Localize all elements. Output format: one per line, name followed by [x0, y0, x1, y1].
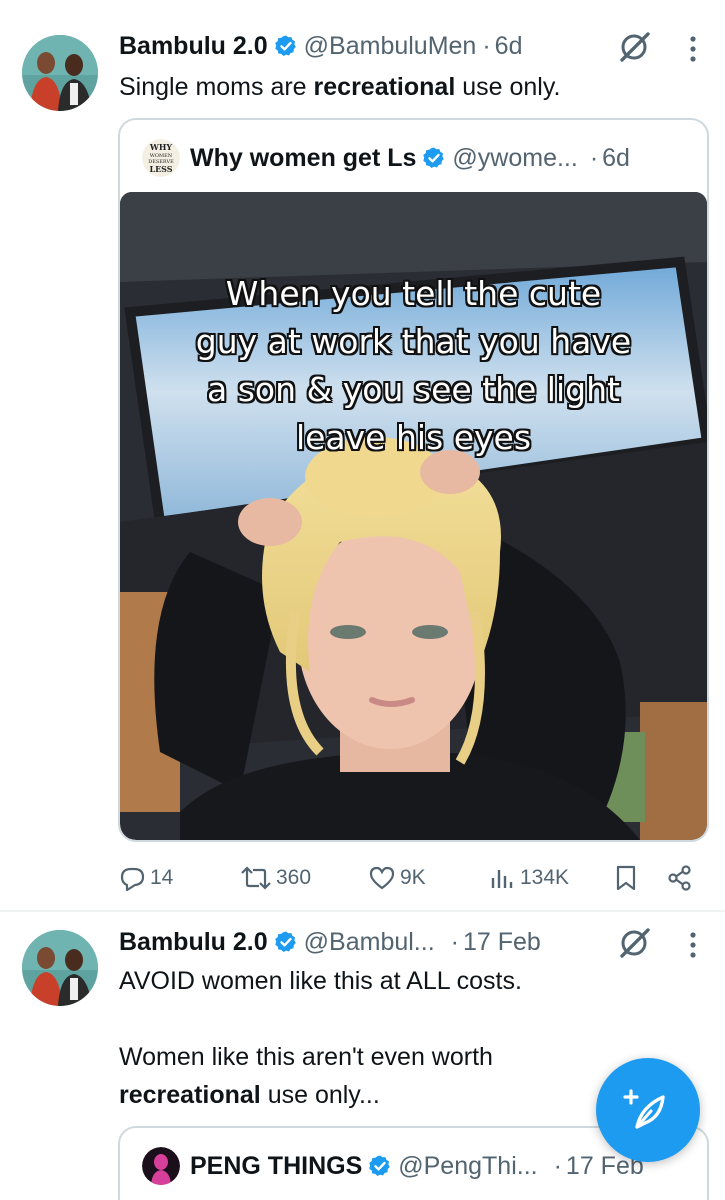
- view-count: 134K: [520, 866, 570, 889]
- more-icon[interactable]: [688, 930, 698, 960]
- avatar-text: LESS: [149, 164, 172, 174]
- author-name[interactable]: Bambulu 2.0: [119, 32, 268, 61]
- quoted-author-name[interactable]: Why women get Ls: [190, 144, 416, 173]
- verified-badge-icon: [368, 1154, 392, 1178]
- tweet-text-line: recreational use only...: [119, 1076, 380, 1114]
- quoted-tweet-header: WHY WOMEN DESERVE LESS Why women get Ls …: [142, 138, 630, 178]
- repost-button[interactable]: 360: [240, 858, 311, 898]
- author-handle[interactable]: @Bambul...: [304, 928, 435, 957]
- verified-badge-icon: [422, 146, 446, 170]
- author-handle[interactable]: @BambuluMen: [304, 32, 477, 61]
- repost-count: 360: [276, 866, 312, 889]
- tweet-text-line: Women like this aren't even worth: [119, 1043, 493, 1071]
- verified-badge-icon: [274, 930, 298, 954]
- media-caption: When you tell the cute guy at work that …: [120, 270, 707, 462]
- like-button[interactable]: 9K: [368, 858, 426, 898]
- tweet-text: Single moms are recreational use only.: [119, 68, 560, 106]
- tweet[interactable]: Bambulu 2.0 @Bambul... · 17 Feb AVOID wo…: [0, 912, 725, 1200]
- bookmark-icon: [616, 865, 636, 891]
- caption-line: leave his eyes: [295, 418, 532, 457]
- tweet-text-part: Single moms are: [119, 73, 314, 101]
- tweet-text-bold: recreational: [119, 1081, 261, 1109]
- compose-button[interactable]: [596, 1058, 700, 1162]
- quoted-tweet-header: PENG THINGS @PengThi... · 17 Feb: [142, 1146, 644, 1186]
- reply-button[interactable]: 14: [118, 858, 173, 898]
- avatar[interactable]: [22, 35, 98, 111]
- quoted-author-handle[interactable]: @PengThi...: [398, 1152, 537, 1181]
- more-icon[interactable]: [688, 34, 698, 64]
- share-button[interactable]: [666, 858, 698, 898]
- tweet[interactable]: Bambulu 2.0 @BambuluMen · 6d Single moms…: [0, 0, 725, 910]
- compose-icon: [623, 1089, 665, 1129]
- tweet-header: Bambulu 2.0 @Bambul... · 17 Feb: [119, 924, 541, 960]
- avatar[interactable]: [22, 930, 98, 1006]
- quoted-media-image[interactable]: When you tell the cute guy at work that …: [120, 192, 707, 840]
- separator-dot: ·: [553, 1151, 562, 1180]
- avatar-text: WHY: [149, 142, 173, 152]
- quoted-avatar[interactable]: [142, 1147, 180, 1185]
- tweet-text-part: use only...: [260, 1081, 380, 1109]
- caption-line: guy at work that you have: [195, 322, 632, 361]
- action-bar: 14 360 9K 134K: [118, 858, 698, 898]
- tweet-text-line: AVOID women like this at ALL costs.: [119, 967, 522, 995]
- views-button[interactable]: 134K: [488, 858, 569, 898]
- reply-icon: [120, 867, 145, 892]
- repost-icon: [241, 866, 271, 890]
- quoted-author-handle[interactable]: @ywome...: [452, 144, 577, 173]
- tweet-text-part: use only.: [455, 73, 561, 101]
- separator-dot: ·: [482, 31, 491, 60]
- quoted-avatar[interactable]: WHY WOMEN DESERVE LESS: [142, 139, 180, 177]
- grok-icon[interactable]: [618, 926, 652, 960]
- caption-line: When you tell the cute: [225, 274, 602, 313]
- tweet-header: Bambulu 2.0 @BambuluMen · 6d: [119, 28, 522, 64]
- caption-line: a son & you see the light: [207, 370, 620, 409]
- grok-icon[interactable]: [618, 30, 652, 64]
- like-icon: [369, 866, 395, 890]
- tweet-text-bold: recreational: [313, 73, 456, 101]
- quoted-author-name[interactable]: PENG THINGS: [190, 1152, 362, 1181]
- timestamp[interactable]: 6d: [495, 32, 523, 61]
- like-count: 9K: [400, 866, 426, 889]
- reply-count: 14: [150, 866, 174, 889]
- author-name[interactable]: Bambulu 2.0: [119, 928, 268, 957]
- separator-dot: ·: [589, 143, 599, 172]
- bookmark-button[interactable]: [612, 858, 644, 898]
- views-icon: [491, 870, 513, 888]
- verified-badge-icon: [274, 34, 298, 58]
- quoted-timestamp[interactable]: 6d: [602, 144, 630, 173]
- share-icon: [668, 865, 691, 891]
- separator-dot: ·: [450, 927, 459, 956]
- quoted-tweet[interactable]: WHY WOMEN DESERVE LESS Why women get Ls …: [118, 118, 709, 842]
- timestamp[interactable]: 17 Feb: [463, 928, 541, 957]
